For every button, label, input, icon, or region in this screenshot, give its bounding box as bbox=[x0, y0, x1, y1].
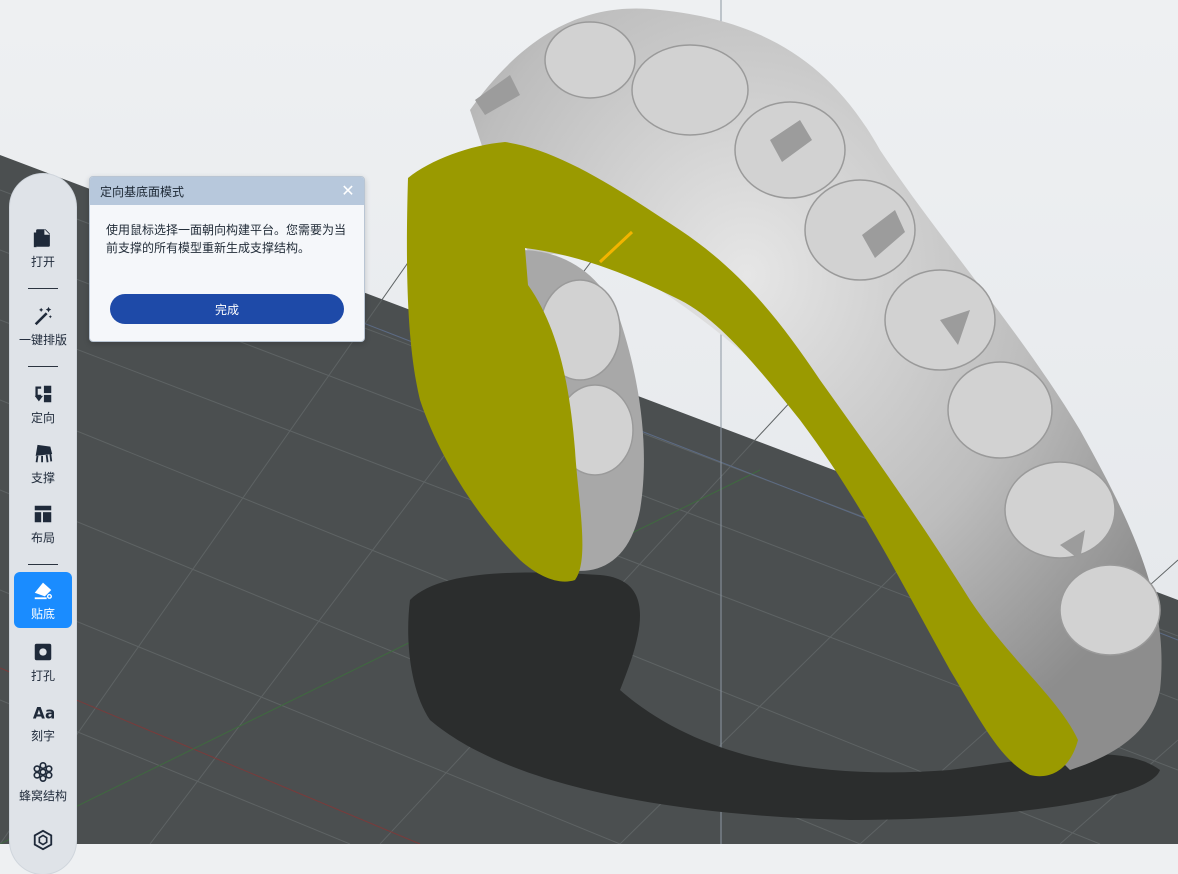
dialog-message: 使用鼠标选择一面朝向构建平台。您需要为当前支撑的所有模型重新生成支撑结构。 bbox=[106, 223, 347, 255]
divider bbox=[28, 366, 58, 367]
orient-button[interactable]: 定向 bbox=[14, 376, 72, 432]
done-button[interactable]: 完成 bbox=[110, 294, 344, 324]
svg-text:Aa: Aa bbox=[33, 704, 54, 722]
open-button[interactable]: 打开 bbox=[14, 220, 72, 276]
layout-icon bbox=[34, 505, 52, 522]
layout-button[interactable]: 布局 bbox=[14, 496, 72, 552]
honeycomb-button[interactable]: 蜂窝结构 bbox=[14, 754, 72, 810]
hole-label: 打孔 bbox=[30, 668, 55, 683]
orient-icon bbox=[34, 385, 52, 402]
support-button[interactable]: 支撑 bbox=[14, 436, 72, 492]
hole-icon bbox=[34, 643, 52, 660]
open-label: 打开 bbox=[30, 254, 55, 269]
text-icon: Aa bbox=[33, 704, 54, 722]
close-icon[interactable]: ✕ bbox=[340, 183, 356, 199]
eraser-icon bbox=[34, 582, 52, 599]
cube-icon bbox=[33, 829, 53, 851]
hollow-button[interactable] bbox=[14, 814, 72, 870]
engrave-button[interactable]: Aa 刻字 bbox=[14, 694, 72, 750]
support-icon bbox=[35, 444, 53, 462]
dialog-title: 定向基底面模式 bbox=[100, 184, 185, 199]
honeycomb-label: 蜂窝结构 bbox=[18, 788, 67, 803]
base-face-label: 贴底 bbox=[30, 606, 55, 621]
base-face-button[interactable]: 贴底 bbox=[14, 572, 72, 628]
divider bbox=[28, 288, 58, 289]
engrave-label: 刻字 bbox=[30, 728, 55, 743]
viewport-3d[interactable] bbox=[0, 0, 1178, 844]
left-toolbar: 打开 一键排版 定向 支撑 布局 贴底 打孔 Aa 刻字 蜂窝结构 bbox=[10, 174, 76, 874]
honeycomb-icon bbox=[33, 761, 53, 782]
divider bbox=[28, 564, 58, 565]
orient-label: 定向 bbox=[30, 410, 55, 425]
dialog-header: 定向基底面模式 ✕ bbox=[90, 177, 364, 205]
auto-layout-label: 一键排版 bbox=[18, 332, 67, 347]
magic-wand-icon bbox=[34, 306, 52, 325]
base-face-dialog: 定向基底面模式 ✕ 使用鼠标选择一面朝向构建平台。您需要为当前支撑的所有模型重新… bbox=[89, 176, 365, 342]
hole-button[interactable]: 打孔 bbox=[14, 634, 72, 690]
support-label: 支撑 bbox=[30, 470, 55, 485]
layout-label: 布局 bbox=[30, 530, 55, 545]
auto-layout-button[interactable]: 一键排版 bbox=[14, 298, 72, 354]
file-icon bbox=[33, 227, 51, 248]
